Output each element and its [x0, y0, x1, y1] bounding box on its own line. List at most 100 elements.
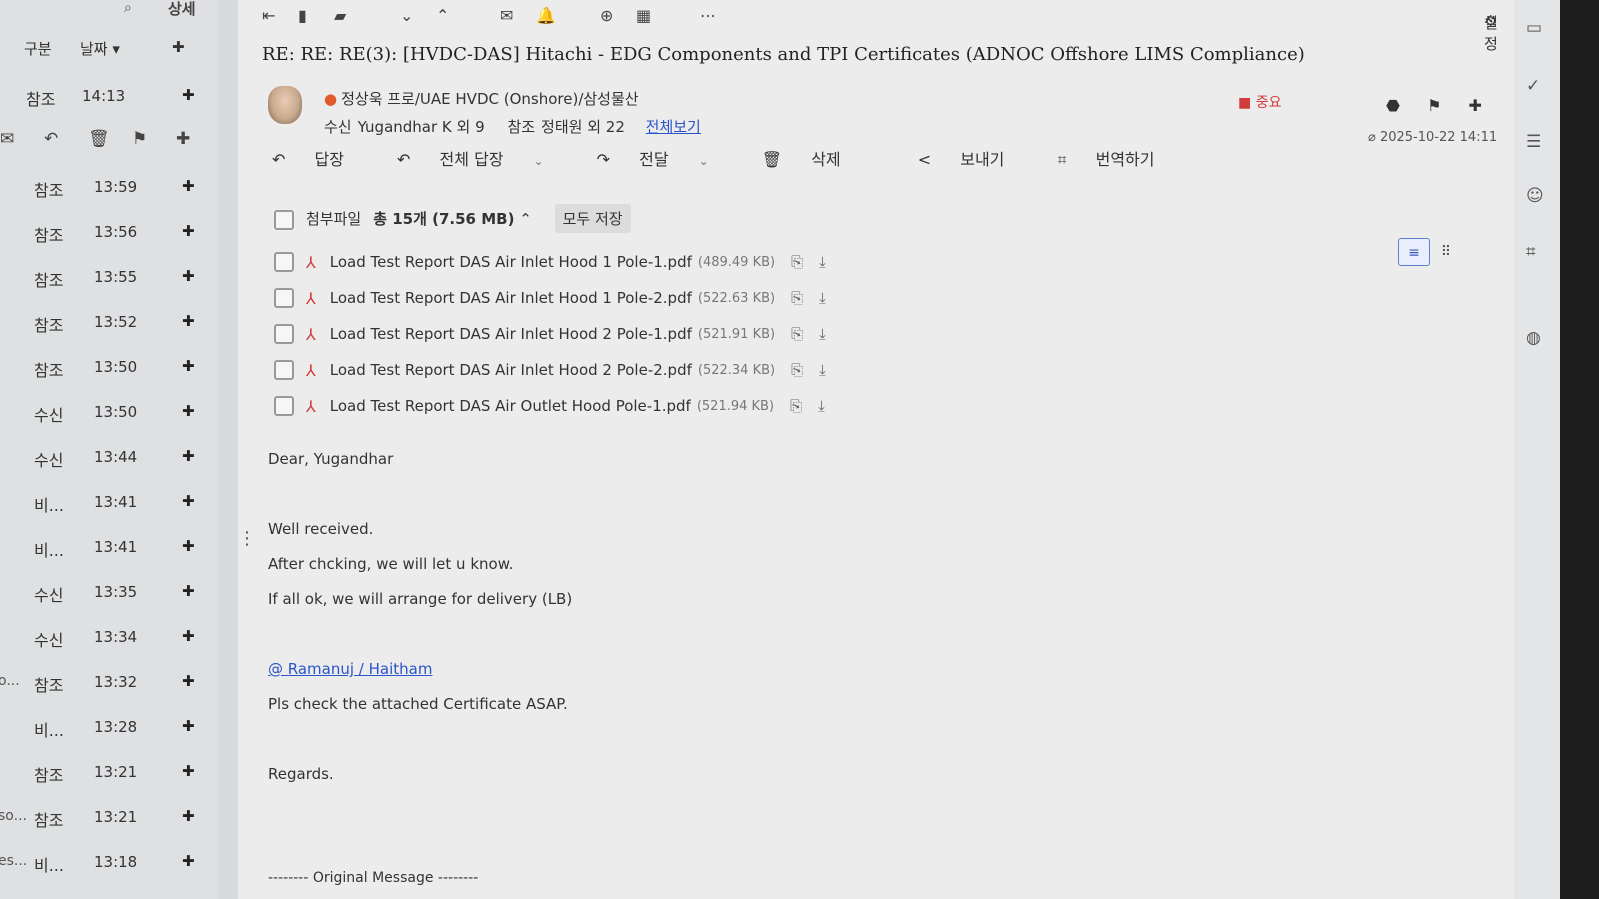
- pin-icon[interactable]: ✚: [176, 129, 190, 149]
- preview-icon[interactable]: ⎘: [791, 325, 803, 343]
- column-date[interactable]: 날짜 ▾: [80, 38, 120, 59]
- chevron-up-icon[interactable]: ⌃: [436, 6, 449, 25]
- sender[interactable]: ● 정상욱 프로/UAE HVDC (Onshore)/삼성물산: [324, 88, 639, 109]
- collapse-left-icon[interactable]: ⇤: [262, 6, 275, 25]
- select-all-checkbox[interactable]: [274, 209, 294, 230]
- attachment-name[interactable]: Load Test Report DAS Air Outlet Hood Pol…: [330, 397, 691, 415]
- pin-icon[interactable]: ✚: [182, 672, 195, 690]
- attachment-checkbox[interactable]: [274, 252, 294, 272]
- pin-icon[interactable]: ✚: [182, 762, 195, 780]
- preview-icon[interactable]: ⎘: [791, 289, 803, 307]
- pin-icon[interactable]: ✚: [182, 627, 195, 645]
- pin-icon[interactable]: ✚: [182, 807, 195, 825]
- attachment-checkbox[interactable]: [274, 288, 294, 308]
- attachment-name[interactable]: Load Test Report DAS Air Inlet Hood 2 Po…: [330, 325, 692, 343]
- send-button[interactable]: < 보내기: [918, 150, 1029, 169]
- attachment-item[interactable]: ⅄ Load Test Report DAS Air Outlet Hood Po…: [274, 388, 826, 424]
- attachment-item[interactable]: ⅄ Load Test Report DAS Air Inlet Hood 1 P…: [274, 244, 826, 280]
- list-item[interactable]: 수신 13:34 ✚: [0, 615, 218, 660]
- view-all-link[interactable]: 전체보기: [646, 118, 701, 136]
- copy-icon[interactable]: ▮: [298, 6, 307, 25]
- pin-icon[interactable]: ✚: [182, 357, 195, 375]
- zoom-icon[interactable]: ⊕: [600, 6, 613, 25]
- detail-toggle[interactable]: 상세: [168, 0, 196, 19]
- pin-icon[interactable]: ✚: [182, 717, 195, 735]
- download-icon[interactable]: ⤓: [819, 325, 826, 343]
- list-item[interactable]: 참조 14:13 ✚: [0, 74, 218, 119]
- check-circle-icon[interactable]: ✓: [1526, 76, 1540, 96]
- person-icon[interactable]: ☺: [1526, 186, 1544, 206]
- preview-icon[interactable]: ⎘: [791, 253, 803, 271]
- more-icon[interactable]: ⋯: [700, 6, 716, 25]
- attachment-checkbox[interactable]: [274, 324, 294, 344]
- download-icon[interactable]: ⤓: [819, 361, 826, 379]
- pin-icon[interactable]: ✚: [182, 852, 195, 870]
- pin-icon[interactable]: ✚: [182, 537, 195, 555]
- chevron-down-icon[interactable]: ⌄: [534, 154, 544, 168]
- tag-icon[interactable]: ⬣: [1386, 96, 1400, 115]
- search-icon[interactable]: ⌕: [124, 0, 132, 16]
- chevron-down-icon[interactable]: ⌄: [400, 6, 413, 25]
- list-item[interactable]: 수신 13:44 ✚: [0, 435, 218, 480]
- note-icon[interactable]: ☰: [1526, 132, 1541, 152]
- list-item[interactable]: 참조 13:59 ✚: [0, 165, 218, 210]
- attachment-item[interactable]: ⅄ Load Test Report DAS Air Inlet Hood 2 P…: [274, 316, 826, 352]
- attachment-item[interactable]: ⅄ Load Test Report DAS Air Inlet Hood 2 P…: [274, 352, 826, 388]
- pin-icon[interactable]: ✚: [182, 492, 195, 510]
- flag-icon[interactable]: ⚑: [132, 129, 147, 149]
- pin-icon[interactable]: ✚: [182, 177, 195, 195]
- pin-icon[interactable]: ✚: [182, 582, 195, 600]
- reply-button[interactable]: ↶ 답장: [272, 150, 368, 169]
- attachment-checkbox[interactable]: [274, 360, 294, 380]
- pin-icon[interactable]: ✚: [1469, 96, 1482, 115]
- attachment-name[interactable]: Load Test Report DAS Air Inlet Hood 1 Po…: [330, 253, 692, 271]
- preview-icon[interactable]: ⎘: [791, 361, 803, 379]
- forward-button[interactable]: ↷ 전달 ⌄: [597, 150, 733, 169]
- list-item[interactable]: 참조 13:50 ✚: [0, 345, 218, 390]
- list-item[interactable]: 비... 13:41 ✚: [0, 525, 218, 570]
- save-all-button[interactable]: 모두 저장: [554, 204, 631, 233]
- mention-link[interactable]: @ Ramanuj / Haitham: [268, 660, 432, 678]
- translate-button[interactable]: ⌗ 번역하기: [1058, 150, 1179, 169]
- pin-icon[interactable]: ✚: [182, 402, 195, 420]
- attachment-name[interactable]: Load Test Report DAS Air Inlet Hood 2 Po…: [330, 361, 692, 379]
- pin-icon[interactable]: ✚: [182, 267, 195, 285]
- list-item[interactable]: 참조 13:21 ✚: [0, 750, 218, 795]
- flag-icon[interactable]: ⚑: [1427, 96, 1441, 115]
- pin-icon[interactable]: ✚: [172, 38, 185, 56]
- print-icon[interactable]: ▦: [636, 6, 651, 25]
- pin-icon[interactable]: ✚: [182, 86, 195, 104]
- pin-icon[interactable]: ✚: [182, 447, 195, 465]
- attachment-item[interactable]: ⅄ Load Test Report DAS Air Inlet Hood 1 P…: [274, 280, 826, 316]
- grid-view-icon[interactable]: ⠿: [1430, 238, 1462, 266]
- list-item[interactable]: es... 비... 13:18 ✚: [0, 840, 218, 885]
- column-type[interactable]: 구분: [24, 38, 52, 59]
- calendar-icon[interactable]: ▭: [1526, 18, 1542, 38]
- chevron-up-icon[interactable]: ⌃: [519, 210, 532, 228]
- delete-button[interactable]: 🗑 삭제: [762, 150, 865, 169]
- cc-value[interactable]: 정태원 외 22: [541, 118, 625, 136]
- pin-icon[interactable]: ✚: [182, 222, 195, 240]
- list-item[interactable]: 비... 13:28 ✚: [0, 705, 218, 750]
- list-view-icon[interactable]: ≡: [1398, 238, 1430, 266]
- chevron-down-icon[interactable]: ⌄: [699, 154, 709, 168]
- folder-icon[interactable]: ▰: [334, 6, 346, 25]
- list-item[interactable]: o... 참조 13:32 ✚: [0, 660, 218, 705]
- pin-icon[interactable]: ✚: [182, 312, 195, 330]
- mail-icon[interactable]: ✉: [500, 6, 513, 25]
- list-item[interactable]: 수신 13:50 ✚: [0, 390, 218, 435]
- list-item[interactable]: 수신 13:35 ✚: [0, 570, 218, 615]
- list-item[interactable]: 참조 13:55 ✚: [0, 255, 218, 300]
- reply-all-button[interactable]: ↶ 전체 답장 ⌄: [397, 150, 568, 169]
- bell-icon[interactable]: 🔔: [536, 6, 556, 25]
- reply-icon[interactable]: ↶: [44, 129, 58, 149]
- download-icon[interactable]: ⤓: [818, 397, 825, 415]
- download-icon[interactable]: ⤓: [819, 289, 826, 307]
- attachment-name[interactable]: Load Test Report DAS Air Inlet Hood 1 Po…: [330, 289, 692, 307]
- globe-icon[interactable]: ◍: [1526, 328, 1541, 348]
- trash-icon[interactable]: 🗑: [88, 129, 110, 149]
- list-item[interactable]: 참조 13:56 ✚: [0, 210, 218, 255]
- list-item[interactable]: 비... 13:41 ✚: [0, 480, 218, 525]
- list-item[interactable]: 참조 13:52 ✚: [0, 300, 218, 345]
- preview-icon[interactable]: ⎘: [790, 397, 802, 415]
